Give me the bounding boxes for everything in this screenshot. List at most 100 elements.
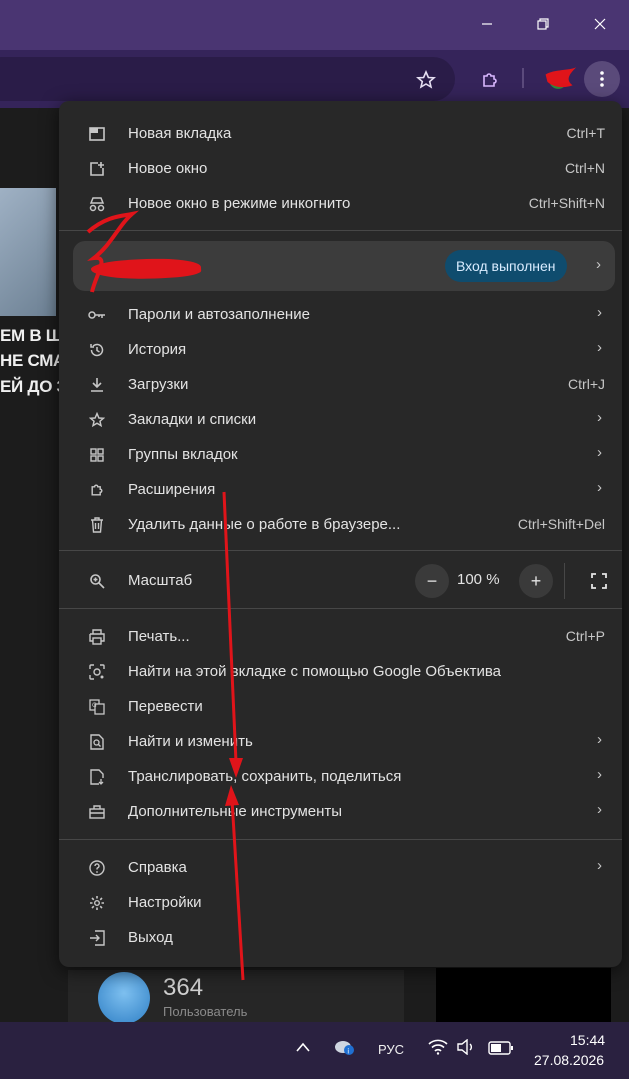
toolbox-icon xyxy=(87,802,107,822)
plus-icon: + xyxy=(530,570,542,591)
menu-item-label: Транслировать, сохранить, поделиться xyxy=(128,768,402,785)
translate-icon: G xyxy=(87,697,107,717)
bookmark-star-icon[interactable] xyxy=(414,68,438,92)
minimize-button[interactable] xyxy=(471,8,503,40)
star-icon xyxy=(87,410,107,430)
menu-item-new-tab[interactable]: Новая вкладка Ctrl+T xyxy=(59,116,622,151)
menu-item-label: Закладки и списки xyxy=(128,411,257,428)
article-thumbnail[interactable] xyxy=(0,188,56,316)
menu-item-tab-groups[interactable]: Группы вкладок › xyxy=(59,437,622,472)
menu-item-label: Расширения xyxy=(128,481,216,498)
menu-separator xyxy=(59,839,622,840)
menu-item-exit[interactable]: Выход xyxy=(59,920,622,955)
menu-item-clear-data[interactable]: Удалить данные о работе в браузере... Ct… xyxy=(59,507,622,542)
printer-icon xyxy=(87,627,107,647)
fullscreen-button[interactable] xyxy=(582,564,616,598)
browser-menu: Новая вкладка Ctrl+T Новое окно Ctrl+N Н… xyxy=(59,101,622,967)
menu-item-label: Дополнительные инструменты xyxy=(128,803,343,820)
zoom-in-button[interactable]: + xyxy=(519,564,553,598)
chevron-right-icon: › xyxy=(597,857,602,874)
user-subtitle: Пользователь xyxy=(163,1004,248,1019)
chevron-up-icon xyxy=(296,1042,310,1052)
windows-taskbar: i РУС 15:44 27.08.2026 xyxy=(0,1022,629,1079)
menu-item-google-lens[interactable]: Найти на этой вкладке с помощью Google О… xyxy=(59,654,622,689)
menu-item-find-edit[interactable]: Найти и изменить › xyxy=(59,724,622,759)
trash-icon xyxy=(87,515,107,535)
restore-button[interactable] xyxy=(527,8,559,40)
zoom-out-button[interactable]: − xyxy=(415,564,449,598)
chevron-right-icon: › xyxy=(597,766,602,783)
new-window-icon xyxy=(87,159,107,179)
chevron-right-icon: › xyxy=(597,339,602,356)
menu-item-label: Новое окно xyxy=(128,160,208,177)
minus-icon: − xyxy=(426,570,438,591)
find-page-icon xyxy=(87,732,107,752)
menu-item-passwords[interactable]: Пароли и автозаполнение › xyxy=(59,297,622,332)
save-page-icon xyxy=(87,767,107,787)
menu-item-label: История xyxy=(128,341,187,358)
menu-item-bookmarks[interactable]: Закладки и списки › xyxy=(59,402,622,437)
incognito-icon xyxy=(87,194,107,214)
menu-item-label: Перевести xyxy=(128,698,203,715)
menu-separator xyxy=(59,550,622,551)
menu-item-cast-save-share[interactable]: Транслировать, сохранить, поделиться › xyxy=(59,759,622,794)
new-tab-icon xyxy=(87,124,107,144)
menu-separator xyxy=(59,608,622,609)
menu-item-shortcut: Ctrl+Shift+Del xyxy=(517,516,605,532)
close-button[interactable] xyxy=(584,8,616,40)
menu-item-shortcut: Ctrl+N xyxy=(564,160,605,176)
menu-item-label: Справка xyxy=(128,859,187,876)
media-block xyxy=(436,968,611,1024)
address-bar[interactable] xyxy=(0,57,455,101)
menu-item-incognito[interactable]: Новое окно в режиме инкогнито Ctrl+Shift… xyxy=(59,186,622,221)
menu-item-new-window[interactable]: Новое окно Ctrl+N xyxy=(59,151,622,186)
zoom-level: 100 % xyxy=(457,571,500,588)
battery-icon[interactable] xyxy=(488,1041,514,1058)
extensions-puzzle-icon[interactable] xyxy=(476,66,504,94)
clock-date[interactable]: 27.08.2026 xyxy=(534,1052,604,1068)
show-hidden-icons-button[interactable] xyxy=(296,1040,310,1055)
menu-item-label: Удалить данные о работе в браузере... xyxy=(128,516,401,533)
browser-toolbar xyxy=(0,50,629,108)
volume-icon[interactable] xyxy=(456,1038,476,1058)
menu-item-downloads[interactable]: Загрузки Ctrl+J xyxy=(59,367,622,402)
user-count: 364 xyxy=(163,974,204,1001)
chevron-right-icon: › xyxy=(597,304,602,321)
browser-menu-button[interactable] xyxy=(584,61,620,97)
menu-item-shortcut: Ctrl+J xyxy=(568,376,605,392)
menu-item-label: Группы вкладок xyxy=(128,446,238,463)
menu-item-print[interactable]: Печать... Ctrl+P xyxy=(59,619,622,654)
menu-item-label: Найти и изменить xyxy=(128,733,253,750)
menu-item-extensions[interactable]: Расширения › xyxy=(59,472,622,507)
clock-time[interactable]: 15:44 xyxy=(570,1032,605,1048)
menu-item-more-tools[interactable]: Дополнительные инструменты › xyxy=(59,794,622,829)
zoom-divider xyxy=(564,563,565,599)
minimize-icon xyxy=(482,23,492,25)
profile-avatar[interactable] xyxy=(542,64,578,94)
language-indicator[interactable]: РУС xyxy=(378,1042,404,1057)
menu-separator xyxy=(59,230,622,231)
menu-item-label: Новая вкладка xyxy=(128,125,232,142)
menu-profile-row[interactable]: Вход выполнен › xyxy=(73,241,615,291)
chevron-right-icon: › xyxy=(597,801,602,818)
restore-icon xyxy=(537,18,549,30)
svg-text:G: G xyxy=(92,702,97,709)
chevron-right-icon: › xyxy=(597,479,602,496)
user-avatar xyxy=(98,972,150,1024)
menu-item-translate[interactable]: G Перевести xyxy=(59,689,622,724)
menu-item-label: Печать... xyxy=(128,628,190,645)
chevron-right-icon: › xyxy=(597,409,602,426)
help-icon xyxy=(87,858,107,878)
menu-item-history[interactable]: История › xyxy=(59,332,622,367)
download-icon xyxy=(87,375,107,395)
wifi-icon[interactable] xyxy=(428,1039,448,1058)
menu-item-label: Новое окно в режиме инкогнито xyxy=(128,195,351,212)
weather-tray-icon[interactable]: i xyxy=(334,1038,356,1059)
menu-item-label: Выход xyxy=(128,929,173,946)
window-titlebar xyxy=(0,0,629,50)
menu-item-shortcut: Ctrl+P xyxy=(565,628,605,644)
menu-item-settings[interactable]: Настройки xyxy=(59,885,622,920)
signed-in-badge: Вход выполнен xyxy=(445,250,567,282)
menu-item-help[interactable]: Справка › xyxy=(59,850,622,885)
user-card[interactable]: 364 Пользователь xyxy=(68,970,404,1030)
